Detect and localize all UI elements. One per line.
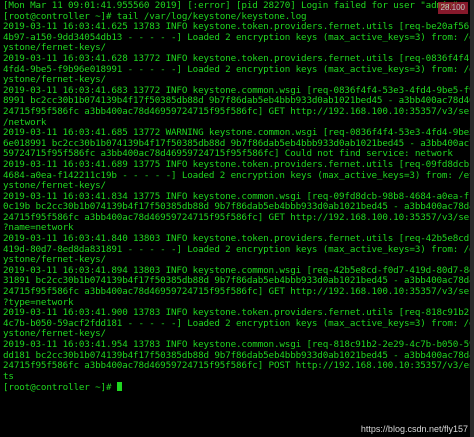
terminal-line-text: 24715f95f586fc a3bb400ac78d46959724715f9… [3, 360, 470, 372]
terminal-output[interactable]: [Mon Mar 11 09:01:41.955560 2019] [:erro… [0, 0, 470, 437]
terminal-scrollbar[interactable] [470, 0, 474, 437]
terminal-line: 24715f95f586fc a3bb400ac78d46959724715f9… [3, 360, 470, 372]
terminal-line-text: 24715f95f586fc a3bb400ac78d46959724715f9… [3, 211, 470, 223]
terminal-line-text: 2019-03-11 16:03:41.625 13783 INFO keyst… [3, 21, 470, 33]
terminal-line-text: 6e018991 bc2cc30b1b074139b4f17f50385db88… [3, 137, 470, 149]
terminal-line-text: ystone/fernet-keys/ [3, 180, 106, 192]
terminal-line-text: 2019-03-11 16:03:41.840 13803 INFO keyst… [3, 233, 470, 245]
terminal-line-text: 24715f95f586fc a3bb400ac78d46959724715f9… [3, 286, 470, 298]
terminal-line-text: [Mon Mar 11 09:01:41.955560 2019] [:erro… [3, 0, 464, 11]
terminal-line-text: 2019-03-11 16:03:41.894 13803 INFO keyst… [3, 264, 470, 276]
terminal-line-text: 4c7b-b050-59acf2fdd181 - - - - -] Loaded… [3, 317, 470, 329]
terminal-line-text: 24715f95f586fc a3bb400ac78d46959724715f9… [3, 105, 470, 117]
terminal-line-text: ystone/fernet-keys/ [3, 74, 106, 86]
terminal-line-text: 0c19b bc2cc30b1b074139b4f17f50385db88d 9… [3, 201, 470, 213]
terminal-line-text: [root@controller ~]# tail /var/log/keyst… [3, 10, 307, 22]
shell-prompt-line: [root@controller ~]# [3, 382, 470, 393]
terminal-line-text: ts [3, 370, 14, 382]
terminal-line-text: ystone/fernet-keys/ [3, 328, 106, 340]
terminal-line-text: ?type=network [3, 296, 74, 308]
terminal-line-text: 2019-03-11 16:03:41.685 13772 WARNING ke… [3, 127, 470, 139]
terminal-line-text: 2019-03-11 16:03:41.689 13775 INFO keyst… [3, 158, 470, 170]
terminal-line-text: 4fd4-9be5-f9b96e018991 - - - - -] Loaded… [3, 63, 470, 75]
terminal-line-text: 8991 bc2cc30b1b074139b4f17f50385db88d 9b… [3, 95, 470, 107]
terminal-line-text: 2019-03-11 16:03:41.834 13775 INFO keyst… [3, 190, 470, 202]
terminal-line: 24715f95f586fc a3bb400ac78d46959724715f9… [3, 105, 470, 118]
terminal-line-text: [root@controller ~]# [3, 382, 117, 394]
terminal-line-text: ystone/fernet-keys/ [3, 254, 106, 266]
scrollbar-thumb[interactable] [470, 0, 474, 437]
terminal-line-text: 31891 bc2cc30b1b074139b4f17f50385db88d 9… [3, 275, 470, 287]
terminal-line-text: 2019-03-11 16:03:41.954 13783 INFO keyst… [3, 339, 470, 350]
terminal-line-text: dd181 bc2cc30b1b074139b4f17f50385db88d 9… [3, 349, 470, 361]
terminal-line-text: 419d-80d7-8ed8da831891 - - - - -] Loaded… [3, 243, 470, 255]
terminal-line-text: 2019-03-11 16:03:41.900 13783 INFO keyst… [3, 307, 470, 319]
overlay-badge: 28.100 [437, 2, 468, 14]
terminal-line-text: 4684-a0ea-f142211c19b - - - - -] Loaded … [3, 169, 470, 181]
terminal-line-text: ?name=network [3, 222, 74, 234]
terminal-line-text: 2019-03-11 16:03:41.683 13772 INFO keyst… [3, 84, 470, 96]
watermark: https://blog.csdn.net/fly157 [360, 424, 468, 434]
terminal-line: ts [3, 370, 470, 383]
terminal-line-text: 2019-03-11 16:03:41.628 13772 INFO keyst… [3, 52, 470, 64]
terminal-line-text: ystone/fernet-keys/ [3, 42, 106, 54]
terminal-line-text: 4b97-a150-9dd34054db13 - - - - -] Loaded… [3, 31, 470, 43]
text-cursor [116, 382, 122, 392]
terminal-line-text: 59724715f95f586fc a3bb400ac78d4695972471… [3, 148, 453, 160]
terminal-line-text: /network [3, 116, 47, 128]
